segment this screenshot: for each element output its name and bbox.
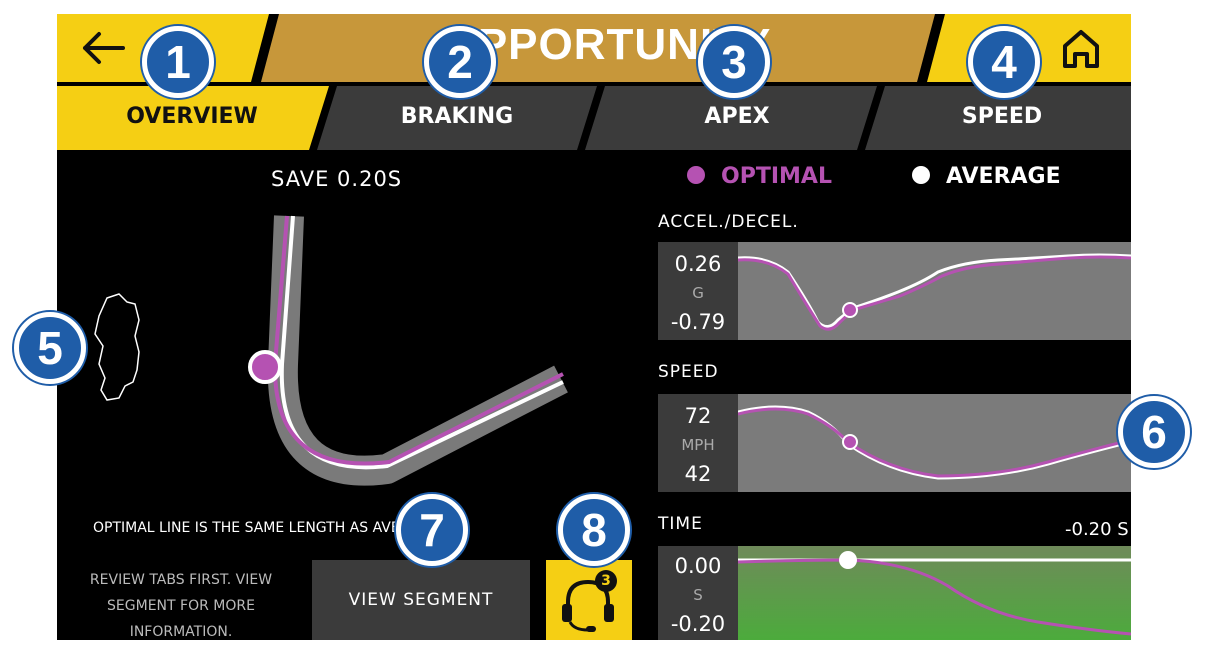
tab-bar: OVERVIEW BRAKING APEX SPEED bbox=[57, 82, 1131, 150]
legend-optimal-label: OPTIMAL bbox=[721, 164, 832, 189]
accel-min: -0.79 bbox=[670, 310, 726, 334]
time-label: TIME bbox=[658, 514, 703, 534]
legend-average-label: AVERAGE bbox=[946, 164, 1061, 189]
time-graph bbox=[738, 546, 1131, 640]
callout-1: 1 bbox=[142, 26, 214, 98]
time-delta: -0.20 S bbox=[1065, 519, 1129, 540]
callout-7: 7 bbox=[396, 494, 468, 566]
speed-min: 42 bbox=[684, 462, 712, 486]
time-unit: S bbox=[693, 586, 703, 604]
speed-max: 72 bbox=[684, 404, 712, 428]
tab-speed[interactable]: SPEED bbox=[887, 104, 1117, 129]
save-time: SAVE 0.20S bbox=[271, 167, 403, 191]
callout-3: 3 bbox=[698, 26, 770, 98]
review-line-1: REVIEW TABS FIRST. VIEW bbox=[89, 572, 273, 588]
arrow-left-icon bbox=[83, 32, 125, 64]
review-line-3: INFORMATION. bbox=[129, 624, 233, 640]
time-min: -0.20 bbox=[670, 612, 726, 636]
tab-braking[interactable]: BRAKING bbox=[347, 104, 567, 129]
time-value-box: 0.00 S -0.20 bbox=[658, 546, 738, 640]
home-button[interactable] bbox=[1059, 26, 1103, 70]
accel-value-box: 0.26 G -0.79 bbox=[658, 242, 738, 340]
accel-unit: G bbox=[692, 284, 704, 302]
track-surface bbox=[267, 215, 568, 486]
callout-8: 8 bbox=[558, 494, 630, 566]
speed-unit: MPH bbox=[681, 436, 715, 454]
callout-4: 4 bbox=[968, 26, 1040, 98]
speed-graph bbox=[738, 394, 1131, 492]
track-map-icon bbox=[94, 293, 140, 401]
legend-optimal: OPTIMAL bbox=[687, 164, 832, 189]
legend-average: AVERAGE bbox=[912, 164, 1061, 189]
optimal-line bbox=[272, 215, 564, 466]
callout-5: 5 bbox=[14, 312, 86, 384]
callout-2: 2 bbox=[424, 26, 496, 98]
review-message: REVIEW TABS FIRST. VIEW SEGMENT FOR MORE… bbox=[71, 567, 291, 640]
coach-button[interactable]: 3 bbox=[546, 560, 632, 640]
accel-graph bbox=[738, 242, 1131, 340]
review-line-2: SEGMENT FOR MORE bbox=[107, 598, 255, 614]
average-line bbox=[279, 215, 564, 470]
back-button[interactable] bbox=[77, 28, 129, 68]
accel-max: 0.26 bbox=[674, 252, 722, 276]
speed-label: SPEED bbox=[658, 362, 719, 382]
optimal-line-message: OPTIMAL LINE IS THE SAME LENGTH AS AVERA… bbox=[93, 520, 438, 536]
tab-overview[interactable]: OVERVIEW bbox=[87, 104, 297, 129]
view-segment-button[interactable]: VIEW SEGMENT bbox=[312, 560, 530, 640]
accel-label: ACCEL./DECEL. bbox=[658, 212, 799, 232]
average-dot-icon bbox=[912, 166, 930, 184]
callout-6: 6 bbox=[1118, 396, 1190, 468]
position-marker bbox=[248, 350, 282, 384]
optimal-dot-icon bbox=[687, 166, 705, 184]
home-icon bbox=[1063, 30, 1099, 68]
tab-apex[interactable]: APEX bbox=[617, 104, 857, 129]
speed-value-box: 72 MPH 42 bbox=[658, 394, 738, 492]
coach-count-badge: 3 bbox=[595, 570, 617, 592]
time-max: 0.00 bbox=[674, 554, 722, 578]
